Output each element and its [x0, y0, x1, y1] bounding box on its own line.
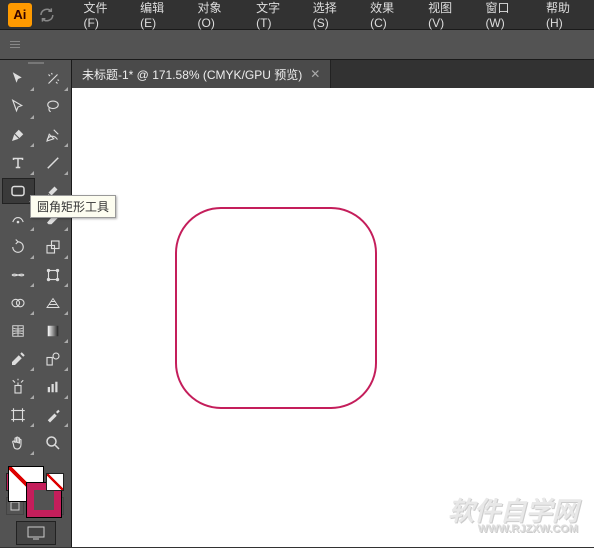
mesh-tool[interactable]: [2, 318, 35, 344]
line-tool[interactable]: [37, 150, 70, 176]
color-picker[interactable]: [2, 462, 69, 471]
menu-items: 文件(F) 编辑(E) 对象(O) 文字(T) 选择(S) 效果(C) 视图(V…: [76, 0, 594, 34]
watermark-text: 软件自学网: [448, 496, 578, 526]
pen-tool[interactable]: [2, 122, 35, 148]
type-tool[interactable]: [2, 150, 35, 176]
selection-tool[interactable]: [2, 66, 35, 92]
canvas[interactable]: 软件自学网 WWW.RJZXW.COM: [72, 88, 594, 547]
curvature-tool[interactable]: [37, 122, 70, 148]
sync-icon[interactable]: [38, 6, 56, 24]
blend-tool[interactable]: [37, 346, 70, 372]
menu-effect[interactable]: 效果(C): [362, 0, 418, 34]
watermark: 软件自学网 WWW.RJZXW.COM: [448, 498, 578, 535]
options-bar: [0, 30, 594, 60]
app-icon: Ai: [8, 3, 32, 27]
screen-mode: [2, 521, 69, 545]
color-mode-none[interactable]: [46, 473, 64, 491]
tab-bar: 未标题-1* @ 171.58% (CMYK/GPU 预览) ✕: [72, 60, 594, 88]
menu-help[interactable]: 帮助(H): [538, 0, 594, 34]
menu-type[interactable]: 文字(T): [248, 0, 303, 34]
artboard-tool[interactable]: [2, 402, 35, 428]
menu-window[interactable]: 窗口(W): [477, 0, 536, 34]
lasso-tool[interactable]: [37, 94, 70, 120]
screen-mode-button[interactable]: [16, 521, 56, 545]
main-area: 未标题-1* @ 171.58% (CMYK/GPU 预览) ✕ 软件自学网 W…: [0, 60, 594, 547]
zoom-tool[interactable]: [37, 430, 70, 456]
document-tab-label: 未标题-1* @ 171.58% (CMYK/GPU 预览): [82, 66, 302, 83]
width-tool[interactable]: [2, 262, 35, 288]
gradient-tool[interactable]: [37, 318, 70, 344]
menu-object[interactable]: 对象(O): [190, 0, 247, 34]
tool-grid: [2, 66, 69, 456]
rotate-tool[interactable]: [2, 234, 35, 260]
column-graph-tool[interactable]: [37, 374, 70, 400]
toolbox: [0, 60, 72, 547]
scale-tool[interactable]: [37, 234, 70, 260]
tooltip-rounded-rectangle: 圆角矩形工具: [30, 195, 116, 218]
symbol-sprayer-tool[interactable]: [2, 374, 35, 400]
menu-select[interactable]: 选择(S): [305, 0, 360, 34]
document-tab[interactable]: 未标题-1* @ 171.58% (CMYK/GPU 预览) ✕: [72, 60, 331, 88]
shape-builder-tool[interactable]: [2, 290, 35, 316]
eyedropper-tool[interactable]: [2, 346, 35, 372]
menu-bar: Ai 文件(F) 编辑(E) 对象(O) 文字(T) 选择(S) 效果(C) 视…: [0, 0, 594, 30]
menu-file[interactable]: 文件(F): [76, 0, 131, 34]
hand-tool[interactable]: [2, 430, 35, 456]
menu-edit[interactable]: 编辑(E): [132, 0, 187, 34]
document-area: 未标题-1* @ 171.58% (CMYK/GPU 预览) ✕ 软件自学网 W…: [72, 60, 594, 547]
menu-view[interactable]: 视图(V): [420, 0, 475, 34]
free-transform-tool[interactable]: [37, 262, 70, 288]
direct-selection-tool[interactable]: [2, 94, 35, 120]
close-icon[interactable]: ✕: [310, 67, 320, 81]
canvas-shape: [72, 88, 594, 548]
magic-wand-tool[interactable]: [37, 66, 70, 92]
drag-handle[interactable]: [10, 41, 20, 48]
toolbox-grip[interactable]: [2, 62, 69, 64]
slice-tool[interactable]: [37, 402, 70, 428]
perspective-grid-tool[interactable]: [37, 290, 70, 316]
